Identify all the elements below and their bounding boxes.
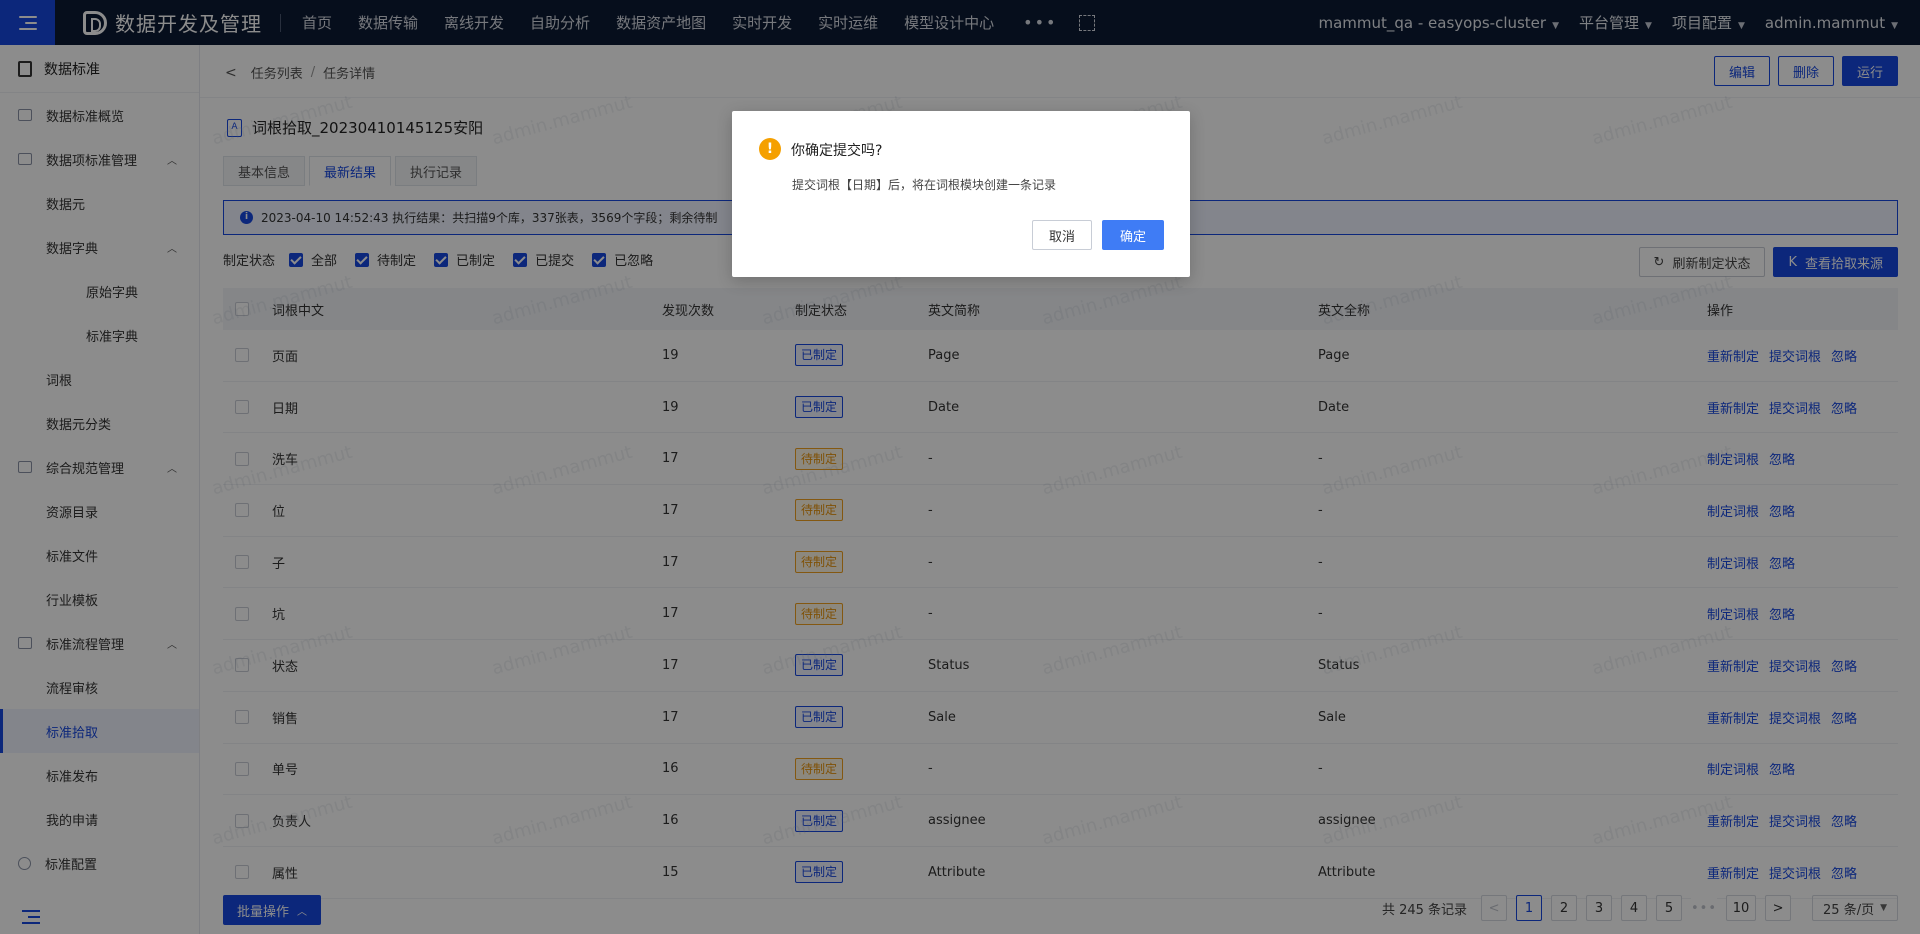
confirm-dialog: ! 你确定提交吗? 提交词根【日期】后，将在词根模块创建一条记录 取消 确定: [732, 111, 1190, 277]
cancel-button[interactable]: 取消: [1032, 220, 1092, 250]
warning-icon: !: [759, 138, 781, 160]
dialog-title: 你确定提交吗?: [791, 143, 883, 159]
confirm-button[interactable]: 确定: [1102, 220, 1164, 250]
dialog-message: 提交词根【日期】后，将在词根模块创建一条记录: [792, 178, 1057, 192]
